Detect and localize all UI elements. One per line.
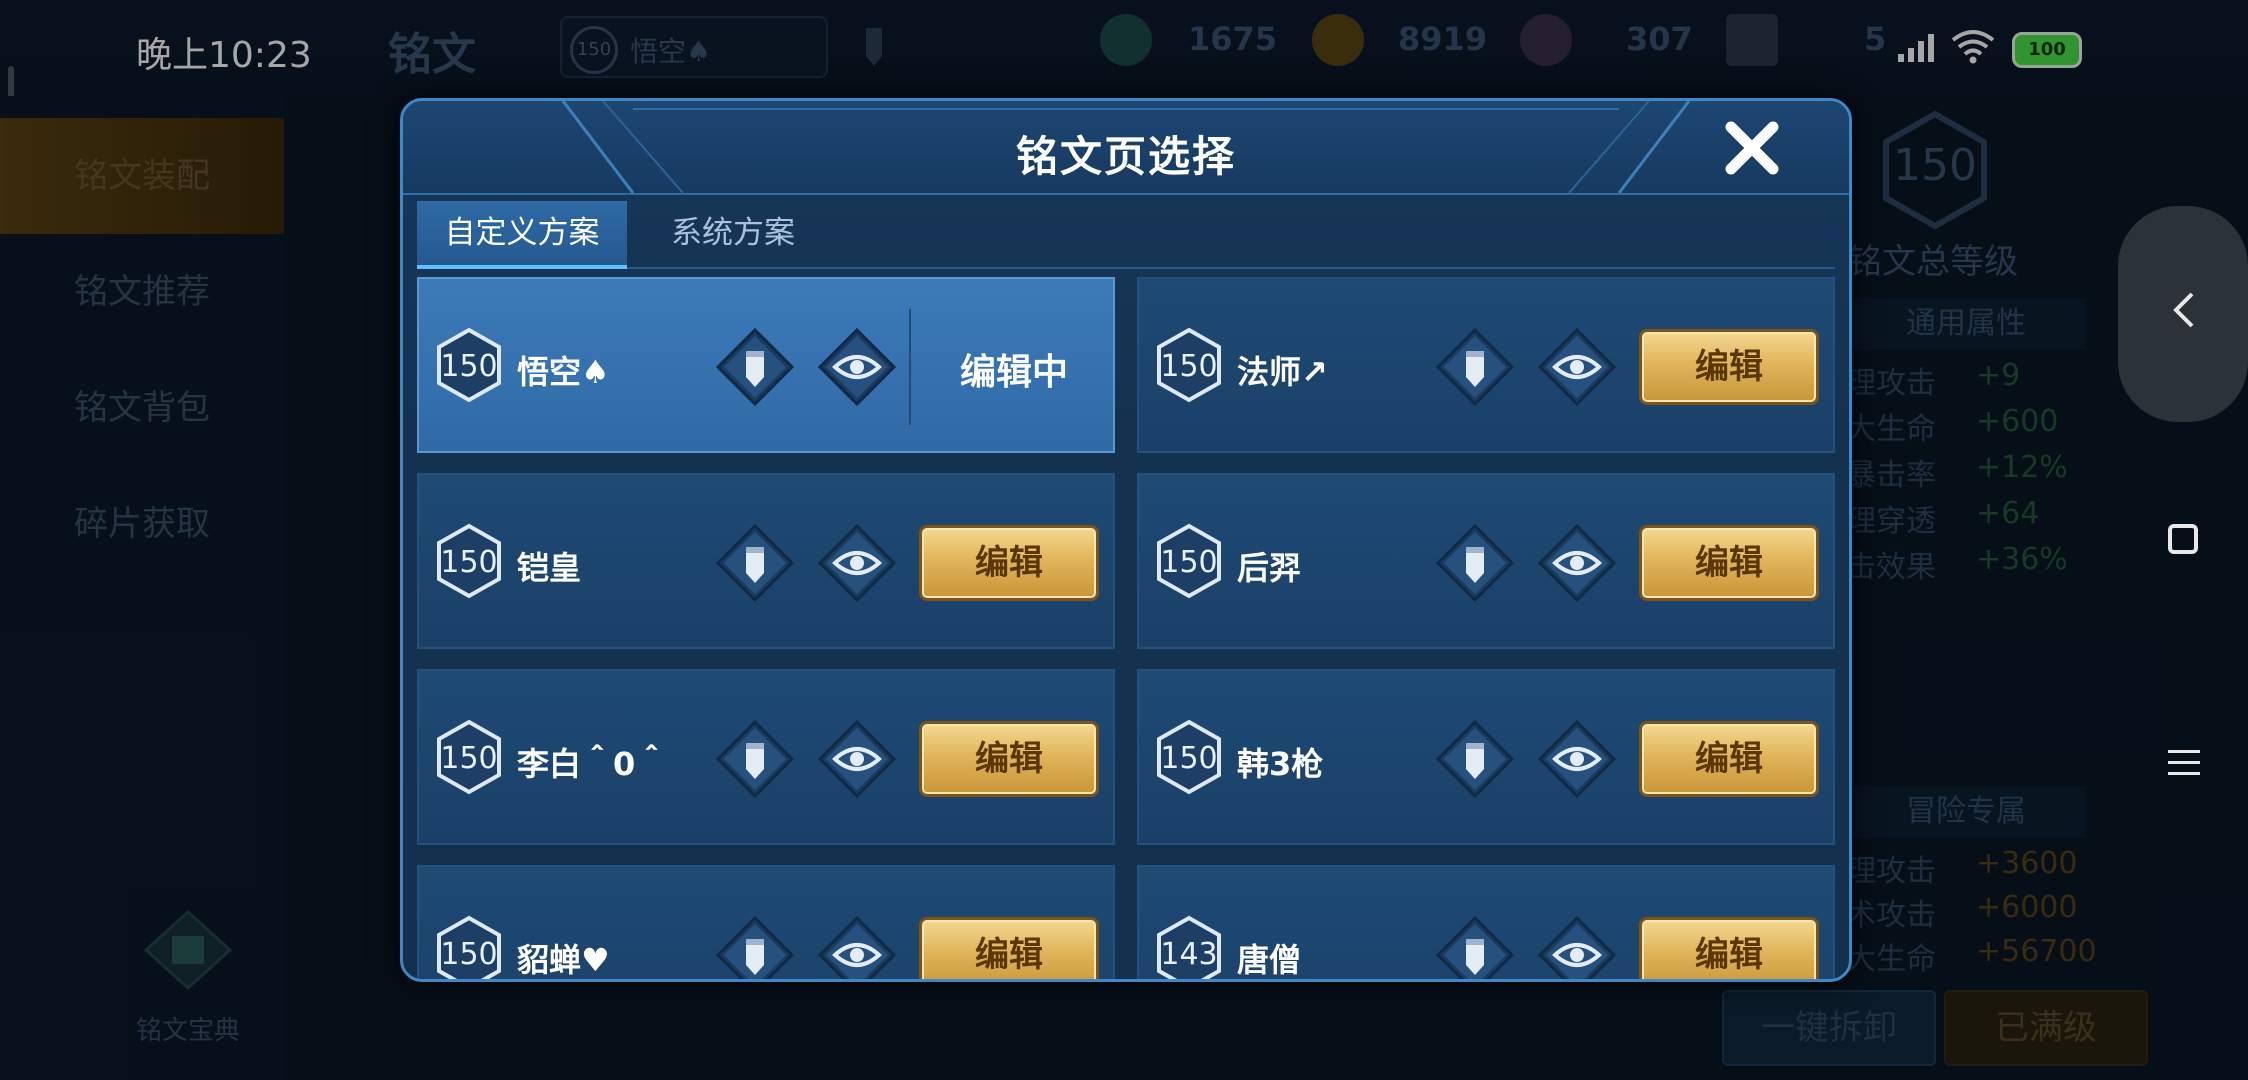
- rune-page-card[interactable]: 150 貂蝉♥ 编辑: [417, 865, 1115, 979]
- page-name: 唐僧: [1237, 941, 1302, 979]
- page-level: 150: [1160, 349, 1218, 384]
- edit-button[interactable]: 编辑: [919, 721, 1099, 797]
- preview-eye-icon[interactable]: [817, 719, 897, 799]
- rune-page-card[interactable]: 150 后羿 编辑: [1137, 473, 1835, 649]
- edit-button[interactable]: 编辑: [919, 525, 1099, 601]
- preview-eye-icon[interactable]: [817, 915, 897, 979]
- page-name: 后羿: [1237, 549, 1302, 587]
- card-divider: [909, 309, 911, 425]
- editing-status: 编辑中: [959, 352, 1068, 393]
- preview-eye-icon[interactable]: [1537, 523, 1617, 603]
- page-level: 150: [440, 545, 498, 580]
- rename-pencil-icon[interactable]: [1435, 719, 1515, 799]
- preview-eye-icon[interactable]: [1537, 327, 1617, 407]
- rune-page-card[interactable]: 150 铠皇 编辑: [417, 473, 1115, 649]
- rename-pencil-icon[interactable]: [715, 915, 795, 979]
- rune-page-card[interactable]: 150 法师↗ 编辑: [1137, 277, 1835, 453]
- page-level: 150: [440, 937, 498, 972]
- preview-eye-icon[interactable]: [817, 523, 897, 603]
- page-level: 150: [440, 741, 498, 776]
- page-name: 李白＾0＾: [517, 745, 668, 783]
- rune-page-card[interactable]: 150 悟空♠ 编辑中: [417, 277, 1115, 453]
- tab-custom[interactable]: 自定义方案: [417, 201, 627, 269]
- tab-bar: 自定义方案 系统方案: [417, 201, 1835, 269]
- rune-page-card[interactable]: 143 唐僧 编辑: [1137, 865, 1835, 979]
- edit-button[interactable]: 编辑: [1639, 917, 1819, 979]
- rune-page-select-dialog: 铭文页选择 自定义方案 系统方案 150 悟空♠ 编辑中 150 法师↗ 编辑 150 铠皇编…: [400, 98, 1852, 982]
- page-name: 法师↗: [1237, 353, 1328, 391]
- rune-page-grid: 150 悟空♠ 编辑中 150 法师↗ 编辑 150 铠皇 编辑 150 后羿 编辑 150 李白＾0＾ 编…: [417, 277, 1835, 979]
- preview-eye-icon[interactable]: [817, 327, 897, 407]
- rune-page-card[interactable]: 150 李白＾0＾ 编辑: [417, 669, 1115, 845]
- edit-button[interactable]: 编辑: [1639, 329, 1819, 405]
- rename-pencil-icon[interactable]: [1435, 327, 1515, 407]
- tab-system[interactable]: 系统方案: [643, 201, 823, 265]
- nav-menu-icon[interactable]: [2168, 748, 2200, 778]
- preview-eye-icon[interactable]: [1537, 915, 1617, 979]
- edit-button[interactable]: 编辑: [919, 917, 1099, 979]
- nav-back-icon[interactable]: [2170, 290, 2196, 330]
- page-name: 韩3枪: [1237, 745, 1324, 783]
- page-name: 悟空♠: [517, 353, 610, 391]
- rename-pencil-icon[interactable]: [715, 327, 795, 407]
- rename-pencil-icon[interactable]: [1435, 523, 1515, 603]
- dialog-title: 铭文页选择: [1015, 132, 1236, 181]
- nav-home-icon[interactable]: [2168, 524, 2198, 554]
- page-level: 143: [1160, 937, 1218, 972]
- rename-pencil-icon[interactable]: [715, 523, 795, 603]
- page-level: 150: [1160, 545, 1218, 580]
- rename-pencil-icon[interactable]: [1435, 915, 1515, 979]
- close-icon[interactable]: [1723, 119, 1781, 177]
- edit-button[interactable]: 编辑: [1639, 525, 1819, 601]
- page-name: 铠皇: [517, 549, 582, 587]
- dialog-header: 铭文页选择: [403, 101, 1849, 195]
- rename-pencil-icon[interactable]: [715, 719, 795, 799]
- page-level: 150: [1160, 741, 1218, 776]
- page-name: 貂蝉♥: [517, 941, 610, 979]
- preview-eye-icon[interactable]: [1537, 719, 1617, 799]
- page-level: 150: [440, 349, 498, 384]
- edit-button[interactable]: 编辑: [1639, 721, 1819, 797]
- rune-page-card[interactable]: 150 韩3枪 编辑: [1137, 669, 1835, 845]
